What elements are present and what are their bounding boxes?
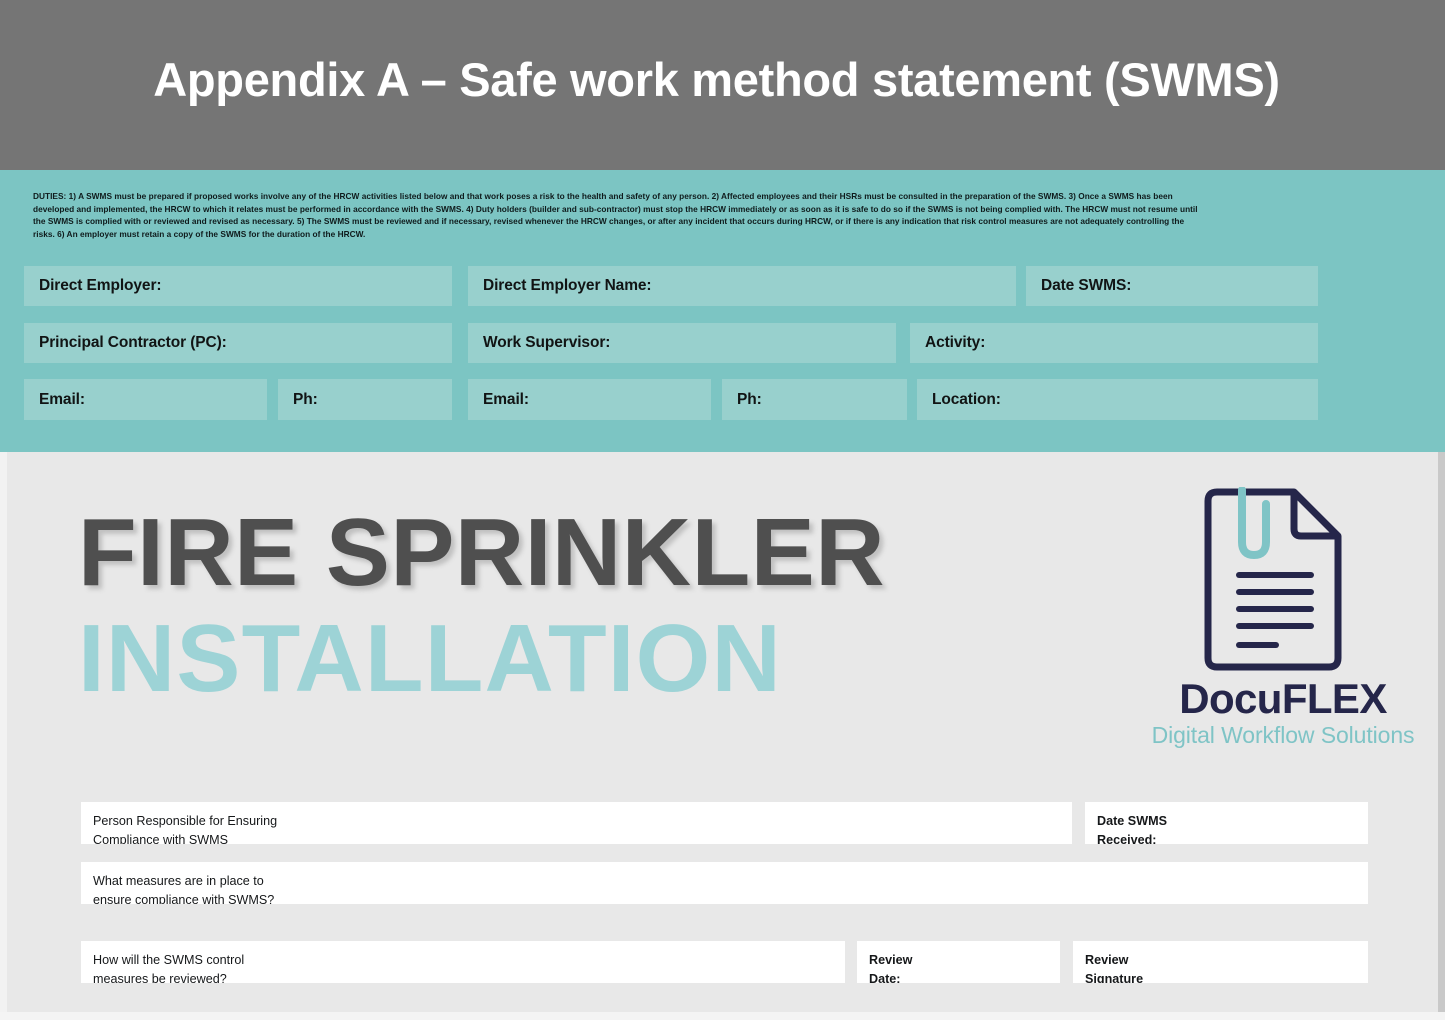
field-phone-1[interactable]: Ph:: [278, 379, 452, 420]
field-label-work-supervisor: Work Supervisor:: [483, 334, 611, 351]
field-email-2[interactable]: Email:: [468, 379, 711, 420]
field-activity[interactable]: Activity:: [910, 323, 1318, 363]
activity-title: FIRE SPRINKLER INSTALLATION: [78, 505, 1068, 709]
field-measures-in-place[interactable]: What measures are in place to ensure com…: [81, 862, 1368, 904]
field-label-phone-2: Ph:: [737, 390, 762, 408]
field-direct-employer[interactable]: Direct Employer:: [24, 266, 452, 306]
activity-title-line-2: INSTALLATION: [78, 605, 783, 712]
field-work-supervisor[interactable]: Work Supervisor:: [468, 323, 896, 363]
field-label-person-responsible: Person Responsible for Ensuring Complian…: [93, 814, 278, 844]
field-label-location: Location:: [932, 390, 1001, 408]
field-label-how-reviewed: How will the SWMS control measures be re…: [93, 953, 245, 983]
activity-title-line-1: FIRE SPRINKLER: [78, 499, 886, 606]
field-location[interactable]: Location:: [917, 379, 1318, 420]
field-label-email-2: Email:: [483, 390, 529, 408]
swms-document-page: Appendix A – Safe work method statement …: [0, 0, 1445, 1020]
page-left-edge: [0, 452, 7, 1020]
document-header-band: Appendix A – Safe work method statement …: [0, 0, 1445, 170]
field-label-activity: Activity:: [925, 334, 986, 351]
page-bottom-edge: [0, 1012, 1445, 1020]
field-label-principal-contractor: Principal Contractor (PC):: [39, 334, 227, 351]
field-label-review-signature: Review Signature: [1085, 953, 1144, 983]
field-label-email-1: Email:: [39, 390, 85, 408]
field-email-1[interactable]: Email:: [24, 379, 267, 420]
docuflex-logo: DocuFLEX Digital Workflow Solutions: [1148, 486, 1445, 757]
field-review-signature[interactable]: Review Signature: [1073, 941, 1368, 983]
logo-tagline: Digital Workflow Solutions: [1151, 722, 1415, 748]
field-direct-employer-name[interactable]: Direct Employer Name:: [468, 266, 1016, 306]
field-date-swms-received[interactable]: Date SWMS Received:: [1085, 802, 1368, 844]
field-label-review-date: Review Date:: [869, 953, 913, 983]
field-label-phone-1: Ph:: [293, 390, 318, 408]
duties-and-details-band: DUTIES: 1) A SWMS must be prepared if pr…: [0, 170, 1445, 452]
field-label-direct-employer: Direct Employer:: [39, 277, 162, 294]
logo-wordmark: DocuFLEX: [1179, 675, 1387, 722]
field-label-measures-in-place: What measures are in place to ensure com…: [93, 874, 275, 904]
field-principal-contractor[interactable]: Principal Contractor (PC):: [24, 323, 452, 363]
field-label-direct-employer-name: Direct Employer Name:: [483, 277, 652, 294]
field-how-reviewed[interactable]: How will the SWMS control measures be re…: [81, 941, 845, 983]
field-date-swms[interactable]: Date SWMS:: [1026, 266, 1318, 306]
duties-paragraph: DUTIES: 1) A SWMS must be prepared if pr…: [33, 191, 1198, 239]
field-label-date-swms: Date SWMS:: [1041, 277, 1132, 294]
field-review-date[interactable]: Review Date:: [857, 941, 1060, 983]
field-person-responsible[interactable]: Person Responsible for Ensuring Complian…: [81, 802, 1072, 844]
field-label-date-swms-received: Date SWMS Received:: [1097, 814, 1167, 844]
field-phone-2[interactable]: Ph:: [722, 379, 907, 420]
document-paperclip-icon: [1198, 486, 1348, 672]
page-title: Appendix A – Safe work method statement …: [153, 53, 1280, 106]
